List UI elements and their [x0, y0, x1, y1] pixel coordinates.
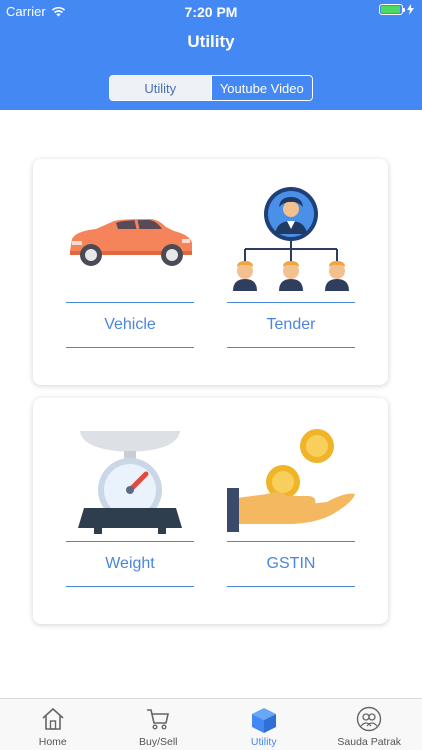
tab-home[interactable]: Home [0, 699, 106, 750]
cube-icon [251, 708, 276, 733]
battery-icon [379, 4, 405, 15]
tab-utility[interactable]: Utility [211, 699, 317, 750]
status-bar: Carrier 7:20 PM [0, 0, 422, 22]
weight-label: Weight [105, 555, 155, 572]
segment-youtube-video[interactable]: Youtube Video [210, 76, 312, 100]
segmented-control: Utility Youtube Video [109, 75, 313, 101]
tab-utility-label: Utility [250, 736, 277, 748]
page-title: Utility [187, 32, 235, 51]
tab-home-label: Home [38, 736, 67, 748]
vehicle-label: Vehicle [104, 316, 156, 333]
weight-divider-bottom [66, 586, 194, 587]
home-icon [42, 707, 64, 730]
users-icon [357, 706, 382, 732]
tab-buy-sell-label: Buy/Sell [138, 736, 178, 748]
org-chart-icon [233, 187, 349, 291]
segment-utility[interactable]: Utility [110, 76, 211, 100]
tender-divider-top [227, 302, 355, 303]
tab-sauda-patrak[interactable]: Sauda Patrak [317, 699, 422, 750]
status-time: 7:20 PM [184, 4, 238, 20]
tab-bar: Home Buy/Sell Utility Sauda Patrak [0, 698, 422, 750]
tender-label: Tender [266, 316, 316, 333]
car-icon [70, 219, 192, 266]
app-header: Carrier 7:20 PM Utility Utility Youtube … [0, 0, 422, 110]
weight-tile[interactable]: Weight [66, 398, 194, 598]
tab-buy-sell[interactable]: Buy/Sell [106, 699, 212, 750]
gstin-divider-top [227, 541, 355, 542]
vehicle-divider-top [66, 302, 194, 303]
charging-bolt-icon [407, 4, 414, 15]
tender-tile[interactable]: Tender [227, 159, 355, 359]
weight-divider-top [66, 541, 194, 542]
vehicle-divider-bottom [66, 347, 194, 348]
gstin-tile[interactable]: GSTIN [227, 398, 355, 598]
gstin-divider-bottom [227, 586, 355, 587]
gstin-label: GSTIN [266, 555, 316, 572]
cart-icon [147, 709, 170, 730]
coins-hand-icon [227, 429, 355, 532]
tab-sauda-patrak-label: Sauda Patrak [337, 736, 402, 748]
vehicle-tile[interactable]: Vehicle [66, 159, 194, 359]
weighing-scale-icon [78, 431, 182, 534]
utility-card-1: Vehicle Tender [33, 159, 388, 385]
tender-divider-bottom [227, 347, 355, 348]
status-right [379, 4, 414, 15]
utility-card-2: Weight GSTIN [33, 398, 388, 624]
